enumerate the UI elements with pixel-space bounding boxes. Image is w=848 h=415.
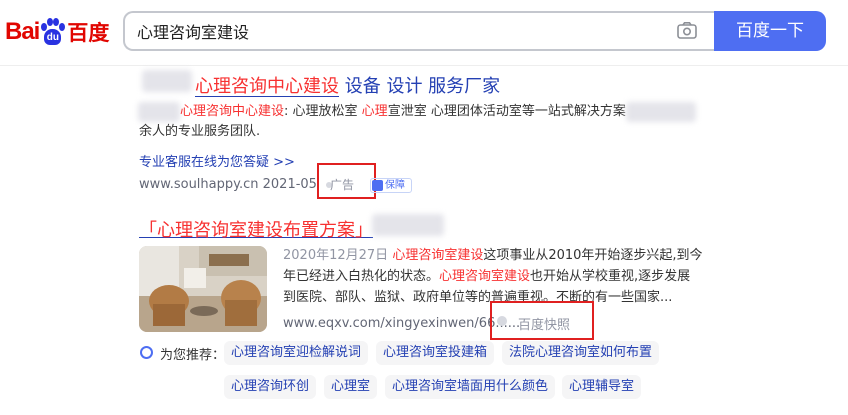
logo-paw-text: du bbox=[44, 29, 62, 45]
logo-text-bai: Bai bbox=[5, 18, 40, 45]
result-1-desc-line-2: 余人的专业服务团队. bbox=[139, 124, 261, 139]
header-bar: Bai du 百度 百度一下 bbox=[0, 0, 848, 66]
blurred-region bbox=[142, 70, 192, 92]
result-2-line-1: 2020年12月27日 心理咨询室建设这项事业从2010年开始逐步兴起,到今 bbox=[283, 248, 703, 263]
recommend-tag[interactable]: 心理咨询室迎检解说词 bbox=[224, 341, 369, 365]
shield-check-icon bbox=[372, 180, 383, 191]
search-input[interactable] bbox=[137, 21, 637, 40]
result-2-line-2: 年已经进入白热化的状态。心理咨询室建设也开始从学校重视,逐步发展 bbox=[283, 269, 691, 284]
search-button[interactable]: 百度一下 bbox=[714, 11, 826, 51]
paw-icon: du bbox=[40, 18, 66, 46]
consult-link[interactable]: 专业客服在线为您答疑 >> bbox=[139, 151, 295, 170]
blurred-region bbox=[626, 102, 696, 122]
annotation-box-snapshot bbox=[490, 301, 594, 340]
annotation-box-ad bbox=[317, 163, 376, 199]
room-image bbox=[139, 246, 267, 332]
recommend-icon bbox=[140, 346, 153, 359]
result-1-url: www.soulhappy.cn 2021-05 bbox=[139, 177, 317, 192]
result-2-line-3: 到医院、部队、监狱、政府单位等的普遍重视。不断的有一些国家... bbox=[283, 290, 673, 305]
guarantee-badge[interactable]: 保障 bbox=[370, 178, 412, 193]
recommend-tag[interactable]: 心理咨询室投建箱 bbox=[376, 341, 495, 365]
result-1-desc-line-1: 心理咨询中心建设: 心理放松室 心理宣泄室 心理团体活动室等一站式解决方案 bbox=[180, 104, 626, 119]
camera-icon[interactable] bbox=[677, 22, 697, 39]
recommend-tag[interactable]: 心理室 bbox=[324, 375, 378, 399]
result-2-url: www.eqxv.com/xingyexinwen/66...... bbox=[283, 316, 521, 331]
recommend-tag[interactable]: 心理咨询环创 bbox=[224, 375, 317, 399]
baidu-logo[interactable]: Bai du 百度 bbox=[5, 14, 109, 50]
result-2-title[interactable]: 「心理咨询室建设布置方案」 bbox=[139, 216, 373, 242]
result-2-thumbnail[interactable] bbox=[139, 246, 267, 332]
recommend-tag[interactable]: 心理咨询室墙面用什么颜色 bbox=[385, 375, 556, 399]
blurred-region bbox=[138, 102, 180, 122]
result-1-title-highlight: 心理咨询中心建设 bbox=[195, 76, 339, 97]
result-1-title[interactable]: 心理咨询中心建设 设备 设计 服务厂家 bbox=[195, 72, 500, 98]
search-box[interactable] bbox=[123, 11, 715, 51]
result-1-title-rest: 设备 设计 服务厂家 bbox=[339, 76, 501, 97]
recommend-label: 为您推荐： bbox=[160, 348, 226, 363]
title-underline bbox=[195, 96, 339, 97]
recommend-tag[interactable]: 心理辅导室 bbox=[562, 375, 642, 399]
logo-text-cn: 百度 bbox=[67, 21, 110, 45]
blurred-region bbox=[372, 214, 444, 236]
recommend-tag[interactable]: 法院心理咨询室如何布置 bbox=[502, 341, 660, 365]
